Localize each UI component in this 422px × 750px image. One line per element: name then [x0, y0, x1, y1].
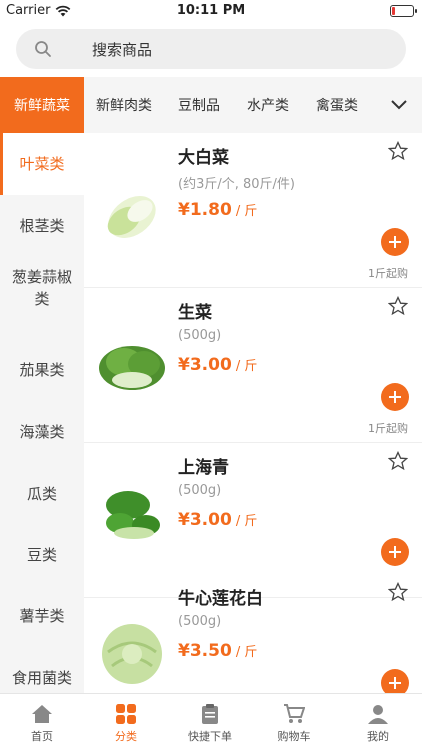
sidebar-item-fruit-veg[interactable]: 茄果类: [0, 339, 84, 401]
sidebar-item-seaweed[interactable]: 海藻类: [0, 401, 84, 463]
tab-cart[interactable]: 购物车: [252, 694, 336, 750]
clock: 10:11 PM: [176, 3, 246, 18]
home-icon: [32, 705, 52, 723]
sidebar-item-leafy[interactable]: 叶菜类: [0, 133, 84, 195]
favorite-star-icon[interactable]: [388, 296, 408, 316]
category-tab-active[interactable]: 新鲜蔬菜: [0, 77, 84, 133]
product-spec: (500g): [178, 614, 222, 629]
product-card[interactable]: 大白菜 (约3斤/个, 80斤/件) ¥1.80 / 斤 1斤起购: [84, 133, 422, 288]
tab-label: 首页: [31, 730, 53, 743]
sidebar-item-aromatics[interactable]: 葱姜蒜椒类: [0, 257, 84, 319]
search-icon: [35, 41, 51, 57]
tab-profile[interactable]: 我的: [336, 694, 420, 750]
price-unit: / 斤: [231, 645, 258, 660]
product-name: 牛心莲花白: [178, 589, 263, 609]
add-to-cart-button[interactable]: [381, 228, 409, 256]
add-to-cart-button[interactable]: [381, 538, 409, 566]
favorite-star-icon[interactable]: [388, 451, 408, 471]
product-image-cabbage-head: [102, 624, 162, 684]
user-icon: [368, 705, 388, 724]
status-bar: Carrier 10:11 PM: [0, 0, 422, 22]
product-name: 上海青: [178, 458, 229, 478]
price-value: ¥3.50: [178, 641, 232, 661]
product-name: 生菜: [178, 303, 212, 323]
sidebar-item-melons[interactable]: 瓜类: [0, 463, 84, 525]
sidebar-item-root[interactable]: 根茎类: [0, 195, 84, 257]
add-to-cart-button[interactable]: [381, 669, 409, 693]
product-price: ¥3.50 / 斤: [178, 641, 257, 661]
price-value: ¥3.00: [178, 510, 232, 530]
bottom-tab-bar: 首页 分类 快捷下单 购物车 我的: [0, 693, 422, 750]
battery-icon: [390, 5, 417, 17]
min-purchase: 1斤起购: [368, 267, 408, 280]
search-bar[interactable]: 搜索商品: [16, 29, 406, 69]
product-list: 大白菜 (约3斤/个, 80斤/件) ¥1.80 / 斤 1斤起购 生菜 (50…: [84, 133, 422, 693]
clipboard-icon: [202, 704, 218, 724]
price-value: ¥3.00: [178, 355, 232, 375]
price-unit: / 斤: [231, 204, 258, 219]
tab-label: 快捷下单: [188, 730, 232, 743]
price-unit: / 斤: [231, 514, 258, 529]
product-card[interactable]: 牛心莲花白 (500g) ¥3.50 / 斤: [84, 574, 422, 693]
cart-icon: [284, 704, 305, 723]
favorite-star-icon[interactable]: [388, 141, 408, 161]
tab-label: 分类: [115, 730, 137, 743]
product-name: 大白菜: [178, 148, 229, 168]
subcategory-sidebar: 叶菜类 根茎类 葱姜蒜椒类 茄果类 海藻类 瓜类 豆类 薯芋类 食用菌类: [0, 133, 84, 693]
favorite-star-icon[interactable]: [388, 582, 408, 602]
product-spec: (500g): [178, 483, 222, 498]
product-image-cabbage: [107, 196, 156, 238]
product-price: ¥3.00 / 斤: [178, 510, 257, 530]
product-spec: (500g): [178, 328, 222, 343]
product-image-bok-choy: [106, 491, 160, 539]
app-screen: Carrier 10:11 PM 搜索商品 新鲜蔬菜 新鲜肉类 豆制品 水产类 …: [0, 0, 422, 750]
product-price: ¥3.00 / 斤: [178, 355, 257, 375]
sidebar-item-tubers[interactable]: 薯芋类: [0, 585, 84, 647]
tab-label: 购物车: [277, 730, 311, 743]
tab-quick-order[interactable]: 快捷下单: [168, 694, 252, 750]
sidebar-item-beans[interactable]: 豆类: [0, 524, 84, 586]
product-spec: (约3斤/个, 80斤/件): [178, 177, 295, 192]
price-value: ¥1.80: [178, 200, 232, 220]
price-unit: / 斤: [231, 359, 258, 374]
grid-icon: [116, 704, 136, 724]
search-placeholder[interactable]: 搜索商品: [92, 39, 152, 60]
category-tab-meat[interactable]: 新鲜肉类: [96, 77, 152, 133]
tab-home[interactable]: 首页: [0, 694, 84, 750]
product-card[interactable]: 生菜 (500g) ¥3.00 / 斤 1斤起购: [84, 288, 422, 443]
add-to-cart-button[interactable]: [381, 383, 409, 411]
tab-category[interactable]: 分类: [84, 694, 168, 750]
tab-label: 我的: [367, 730, 389, 743]
min-purchase: 1斤起购: [368, 422, 408, 435]
product-image-lettuce: [99, 346, 165, 390]
category-tab-seafood[interactable]: 水产类: [247, 77, 289, 133]
product-price: ¥1.80 / 斤: [178, 200, 257, 220]
category-tab-eggs[interactable]: 禽蛋类: [316, 77, 358, 133]
category-tab-tofu[interactable]: 豆制品: [178, 77, 220, 133]
chevron-down-icon[interactable]: [390, 96, 408, 114]
category-tabs: 新鲜蔬菜 新鲜肉类 豆制品 水产类 禽蛋类: [0, 77, 422, 133]
